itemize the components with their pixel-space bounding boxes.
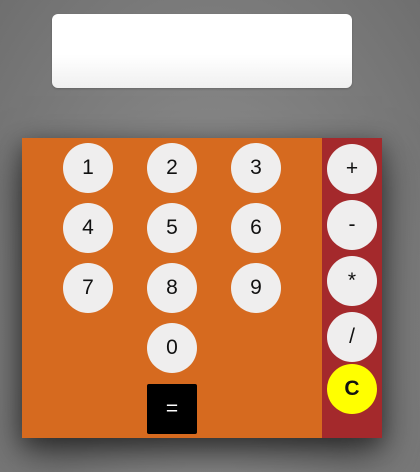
digit-8-button[interactable]: 8 — [147, 263, 197, 313]
divide-button[interactable]: / — [327, 312, 377, 362]
digit-1-button[interactable]: 1 — [63, 143, 113, 193]
subtract-button[interactable]: - — [327, 200, 377, 250]
digit-4-button[interactable]: 4 — [63, 203, 113, 253]
digit-5-button[interactable]: 5 — [147, 203, 197, 253]
number-keypad: 1 2 3 4 5 6 7 8 9 0 = — [22, 138, 322, 438]
digit-3-button[interactable]: 3 — [231, 143, 281, 193]
digit-6-button[interactable]: 6 — [231, 203, 281, 253]
clear-button[interactable]: C — [327, 364, 377, 414]
calculator: 1 2 3 4 5 6 7 8 9 0 = + - * / C — [22, 138, 382, 438]
equals-button[interactable]: = — [147, 384, 197, 434]
multiply-button[interactable]: * — [327, 256, 377, 306]
operator-panel: + - * / C — [322, 138, 382, 438]
digit-7-button[interactable]: 7 — [63, 263, 113, 313]
digit-2-button[interactable]: 2 — [147, 143, 197, 193]
add-button[interactable]: + — [327, 144, 377, 194]
digit-9-button[interactable]: 9 — [231, 263, 281, 313]
display-screen — [52, 14, 352, 88]
digit-0-button[interactable]: 0 — [147, 323, 197, 373]
